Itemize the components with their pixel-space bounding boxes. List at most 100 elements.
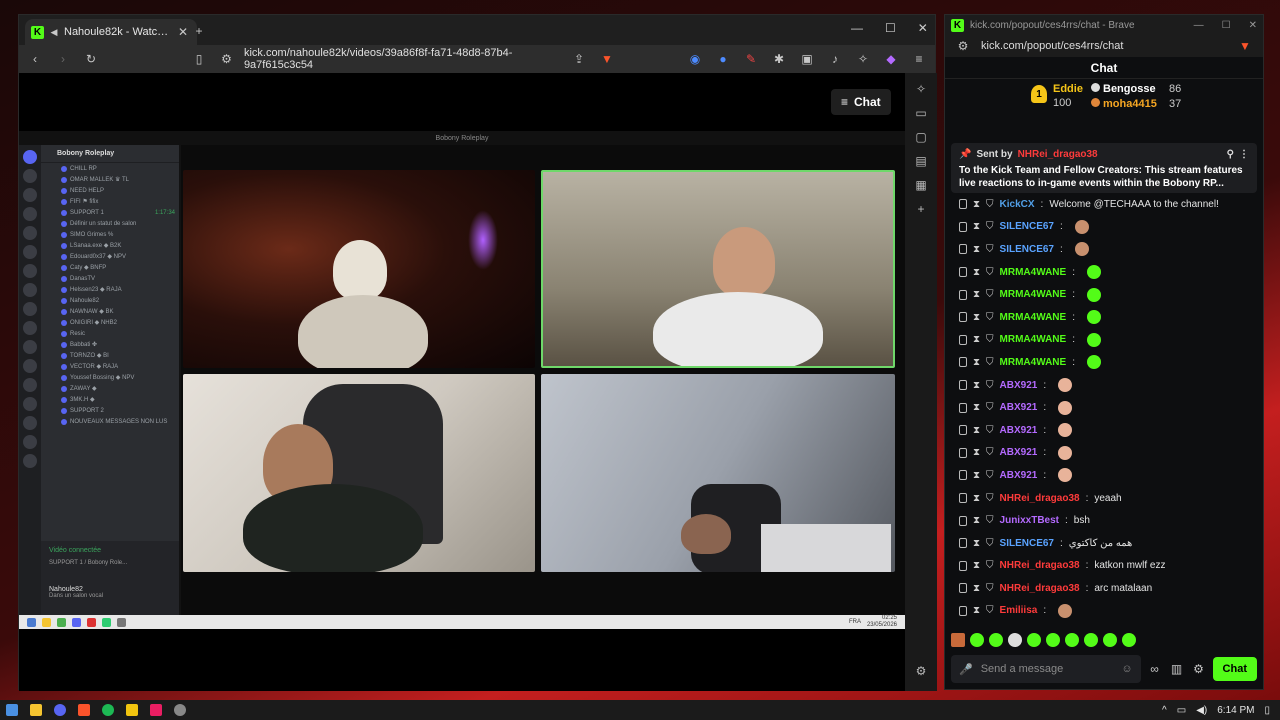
ban-icon[interactable]: ⛉	[986, 357, 994, 368]
delete-icon[interactable]	[959, 583, 967, 594]
chat-toggle-button[interactable]: ≡ Chat	[831, 89, 891, 115]
emote-icon[interactable]	[1122, 633, 1136, 647]
emote-icon[interactable]	[1103, 633, 1117, 647]
chat-message[interactable]: ⧗ ⛉ KickCX: Welcome @TECHAAA to the channel…	[945, 193, 1265, 216]
windows-start-icon[interactable]	[6, 704, 18, 716]
chat-message[interactable]: ⧗ ⛉ Emiliisa:	[945, 600, 1265, 623]
delete-icon[interactable]	[959, 425, 967, 436]
chat-message[interactable]: ⧗ ⛉ ABX921:	[945, 396, 1265, 419]
ban-icon[interactable]: ⛉	[986, 402, 994, 413]
chat-username[interactable]: ABX921	[1000, 470, 1038, 481]
close-window-icon[interactable]: ✕	[918, 21, 928, 35]
chat-username[interactable]: ABX921	[1000, 380, 1038, 391]
more-options-icon[interactable]: ⋮	[1239, 149, 1249, 160]
delete-icon[interactable]	[959, 334, 967, 345]
chat-message[interactable]: ⧗ ⛉ SILENCE67:	[945, 238, 1265, 261]
emote-icon[interactable]	[989, 633, 1003, 647]
brave-icon[interactable]	[78, 704, 90, 716]
chat-message[interactable]: ⧗ ⛉ MRMA4WANE:	[945, 351, 1265, 374]
brave-shield-icon[interactable]: ▼	[599, 51, 615, 67]
spotify-icon[interactable]	[102, 704, 114, 716]
ban-icon[interactable]: ⛉	[986, 312, 994, 323]
emote-icon[interactable]	[1046, 633, 1060, 647]
chat-username[interactable]: ABX921	[1000, 425, 1038, 436]
chat-username[interactable]: SILENCE67	[1000, 244, 1054, 255]
ban-icon[interactable]: ⛉	[986, 380, 994, 391]
share-icon[interactable]: ⇪	[571, 51, 587, 67]
site-info-icon[interactable]: ⚙	[955, 38, 971, 54]
chat-message[interactable]: ⧗ ⛉ ABX921:	[945, 419, 1265, 442]
timeout-icon[interactable]: ⧗	[973, 402, 980, 413]
discord-icon[interactable]	[54, 704, 66, 716]
chat-message[interactable]: ⧗ ⛉ MRMA4WANE:	[945, 283, 1265, 306]
delete-icon[interactable]	[959, 560, 967, 571]
url-field[interactable]: ⚙ kick.com/nahoule82k/videos/39a86f8f-fa…	[219, 47, 559, 71]
emote-icon[interactable]	[1065, 633, 1079, 647]
extension-blue-icon[interactable]: ●	[715, 51, 731, 67]
timeout-icon[interactable]: ⧗	[973, 380, 980, 391]
emote-icon[interactable]	[1027, 633, 1041, 647]
leo-ai-icon[interactable]: ✧	[913, 81, 929, 97]
emoji-icon[interactable]: ☺	[1121, 663, 1132, 675]
ban-icon[interactable]: ⛉	[986, 334, 994, 345]
add-sidebar-icon[interactable]: +	[913, 201, 929, 217]
reading-list-icon[interactable]: ▦	[913, 177, 929, 193]
taskbar-clock[interactable]: 6:14 PM	[1217, 705, 1254, 716]
ban-icon[interactable]: ⛉	[986, 538, 994, 549]
emote-icon[interactable]	[1084, 633, 1098, 647]
ban-icon[interactable]: ⛉	[986, 560, 994, 571]
chat-message[interactable]: ⧗ ⛉ JunixxTBest: bsh	[945, 509, 1265, 532]
chat-username[interactable]: NHRei_dragao38	[1000, 493, 1080, 504]
delete-icon[interactable]	[959, 470, 967, 481]
chat-username[interactable]: SILENCE67	[1000, 221, 1054, 232]
tab-vod[interactable]: K ◀ Nahoule82k - Watch the VOD ✕	[25, 19, 197, 45]
chat-message[interactable]: ⧗ ⛉ ABX921:	[945, 442, 1265, 465]
extension-red-icon[interactable]: ✎	[743, 51, 759, 67]
app-icon[interactable]	[126, 704, 138, 716]
delete-icon[interactable]	[959, 267, 967, 278]
minimize-icon[interactable]: —	[1194, 20, 1204, 31]
close-tab-icon[interactable]: ✕	[175, 24, 191, 40]
chat-username[interactable]: MRMA4WANE	[1000, 289, 1067, 300]
chat-username[interactable]: MRMA4WANE	[1000, 267, 1067, 278]
chat-username[interactable]: MRMA4WANE	[1000, 334, 1067, 345]
ban-icon[interactable]: ⛉	[986, 267, 994, 278]
chat-settings-icon[interactable]: ⚙	[1191, 661, 1207, 677]
chat-username[interactable]: SILENCE67	[1000, 538, 1054, 549]
extensions-icon[interactable]: ◉	[687, 51, 703, 67]
notification-icon[interactable]: ▯	[1264, 705, 1270, 716]
timeout-icon[interactable]: ⧗	[973, 515, 980, 526]
reload-icon[interactable]: ↻	[83, 51, 99, 67]
ban-icon[interactable]: ⛉	[986, 199, 994, 210]
timeout-icon[interactable]: ⧗	[973, 447, 980, 458]
delete-icon[interactable]	[959, 447, 967, 458]
menu-icon[interactable]: ≡	[911, 51, 927, 67]
back-icon[interactable]: ‹	[27, 51, 43, 67]
tv-icon[interactable]: ▭	[913, 105, 929, 121]
chat-users-icon[interactable]: ∞	[1147, 661, 1163, 677]
chat-username[interactable]: MRMA4WANE	[1000, 357, 1067, 368]
wallet-sidebar-icon[interactable]: ▢	[913, 129, 929, 145]
delete-icon[interactable]	[959, 380, 967, 391]
ban-icon[interactable]: ⛉	[986, 289, 994, 300]
chat-input[interactable]: 🎤 Send a message ☺	[951, 655, 1141, 683]
new-tab-icon[interactable]: +	[191, 23, 207, 39]
chat-message[interactable]: ⧗ ⛉ ABX921:	[945, 464, 1265, 487]
ban-icon[interactable]: ⛉	[986, 244, 994, 255]
obs-icon[interactable]	[174, 704, 186, 716]
microphone-icon[interactable]: 🎤	[959, 663, 973, 676]
delete-icon[interactable]	[959, 605, 967, 616]
chat-message[interactable]: ⧗ ⛉ SILENCE67:	[945, 216, 1265, 239]
close-window-icon[interactable]: ✕	[1249, 20, 1257, 31]
video-player[interactable]: Bobony Roleplay Bobony Roleplay CHILL RP…	[19, 131, 905, 629]
tray-chevron-icon[interactable]: ^	[1162, 705, 1167, 716]
chat-username[interactable]: NHRei_dragao38	[1000, 560, 1080, 571]
emote-icon[interactable]	[1008, 633, 1022, 647]
chat-username[interactable]: MRMA4WANE	[1000, 312, 1067, 323]
bookmarks-sidebar-icon[interactable]: ▤	[913, 153, 929, 169]
ban-icon[interactable]: ⛉	[986, 470, 994, 481]
maximize-icon[interactable]: ☐	[885, 21, 896, 35]
emote-icon[interactable]	[970, 633, 984, 647]
maximize-icon[interactable]: ☐	[1222, 20, 1231, 31]
sidebar-settings-icon[interactable]: ⚙	[913, 663, 929, 679]
